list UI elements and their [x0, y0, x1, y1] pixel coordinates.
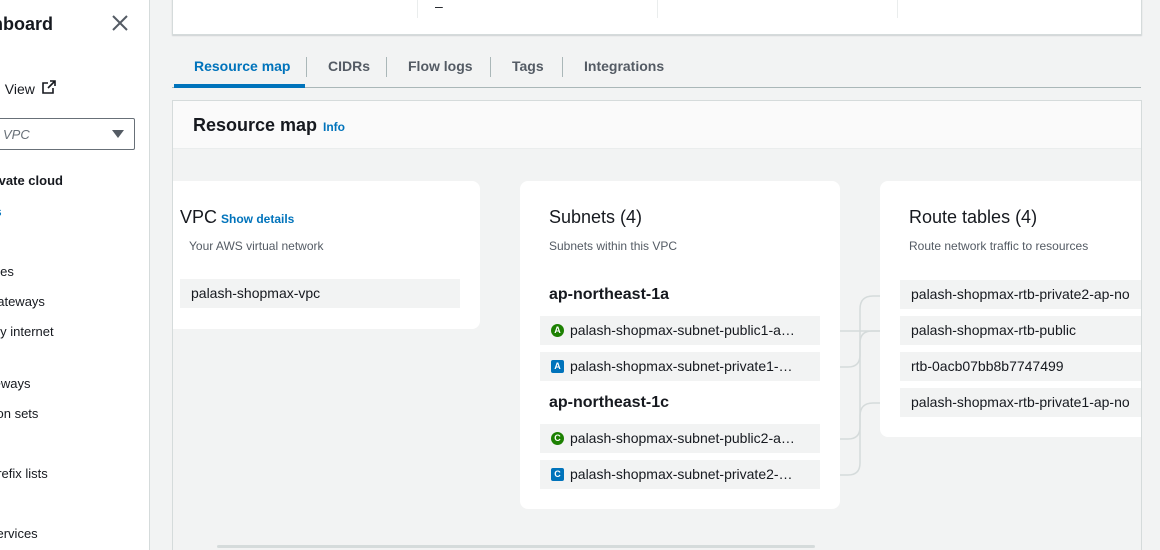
tab-cidrs[interactable]: CIDRs: [328, 58, 370, 74]
subnet-item[interactable]: Cpalash-shopmax-subnet-private2-…: [540, 460, 820, 489]
global-view-label: al View: [0, 80, 35, 97]
route-table-item[interactable]: palash-shopmax-rtb-public: [900, 316, 1141, 345]
caret-down-icon: [112, 130, 124, 138]
resource-map-panel: Resource map Info VPC Show details Your …: [172, 100, 1142, 550]
sidebar-item-managed-prefix-lists[interactable]: prefix lists: [0, 466, 48, 481]
sidebar-item-internet-gateways[interactable]: gateways: [0, 294, 45, 309]
vpc-item[interactable]: palash-shopmax-vpc: [180, 279, 460, 308]
vpc-filter-select[interactable]: VPC: [0, 118, 135, 150]
sidebar: shboard al View VPC rivate cloud ts bles…: [0, 0, 150, 550]
vpc-card: VPC Show details Your AWS virtual networ…: [173, 181, 480, 329]
tab-divider: [490, 57, 491, 77]
subnet-name: palash-shopmax-subnet-private1-…: [570, 358, 793, 374]
tab-divider: [386, 57, 387, 77]
sidebar-title: shboard: [0, 14, 54, 34]
vpc-filter-value: VPC: [3, 126, 30, 142]
column-divider: [417, 0, 418, 18]
external-link-icon: [41, 79, 57, 98]
tab-tags[interactable]: Tags: [512, 58, 544, 74]
route-tables-card-title: Route tables (4): [909, 207, 1038, 227]
route-table-name: palash-shopmax-rtb-private1-ap-no: [911, 394, 1130, 410]
resource-map-canvas[interactable]: VPC Show details Your AWS virtual networ…: [173, 149, 1141, 550]
global-view-link[interactable]: al View: [0, 79, 57, 98]
route-table-name: palash-shopmax-rtb-public: [911, 322, 1076, 338]
resource-map-title: Resource map: [193, 115, 318, 135]
column-divider: [897, 0, 898, 18]
route-tables-card-subtitle: Route network traffic to resources: [909, 239, 1089, 253]
sidebar-item-dhcp-option-sets[interactable]: tion sets: [0, 406, 38, 421]
route-table-item[interactable]: palash-shopmax-rtb-private1-ap-no: [900, 388, 1141, 417]
private-subnet-icon: C: [551, 467, 564, 481]
sidebar-item-egress-only-gateways[interactable]: nly internet: [0, 324, 54, 339]
subnet-name: palash-shopmax-subnet-private2-…: [570, 466, 793, 482]
show-details-link[interactable]: Show details: [221, 212, 294, 226]
sidebar-item-vpcs[interactable]: ts: [0, 204, 2, 219]
tab-resource-map[interactable]: Resource map: [194, 58, 290, 74]
az-heading: ap-northeast-1c: [549, 394, 670, 411]
route-table-name: rtb-0acb07bb8b7747499: [911, 358, 1064, 374]
tab-integrations[interactable]: Integrations: [584, 58, 664, 74]
tab-flow-logs[interactable]: Flow logs: [408, 58, 473, 74]
vpc-name: palash-shopmax-vpc: [191, 285, 321, 301]
subnet-name: palash-shopmax-subnet-public2-a…: [570, 430, 795, 446]
sidebar-item-endpoint-services[interactable]: services: [0, 526, 38, 541]
close-icon[interactable]: [110, 13, 130, 33]
column-divider: [657, 0, 658, 18]
subnets-card: Subnets (4) Subnets within this VPC ap-n…: [520, 181, 840, 509]
az-heading: ap-northeast-1a: [549, 286, 670, 303]
info-link[interactable]: Info: [323, 120, 345, 134]
subnet-item[interactable]: Apalash-shopmax-subnet-private1-…: [540, 352, 820, 381]
vpc-card-title: VPC: [180, 207, 218, 227]
subnets-card-title: Subnets (4): [549, 207, 643, 227]
sidebar-section-title: rivate cloud: [0, 173, 63, 188]
route-tables-card: Route tables (4) Route network traffic t…: [880, 181, 1141, 437]
public-subnet-icon: C: [551, 431, 564, 445]
horizontal-scrollbar[interactable]: [217, 545, 815, 548]
subnet-item[interactable]: Apalash-shopmax-subnet-public1-a…: [540, 316, 820, 345]
public-subnet-icon: A: [551, 323, 564, 337]
active-tab-indicator: [174, 84, 305, 88]
main-content: – Resource map CIDRs Flow logs Tags Inte…: [150, 0, 1160, 550]
subnet-item[interactable]: Cpalash-shopmax-subnet-public2-a…: [540, 424, 820, 453]
sidebar-item-route-tables[interactable]: bles: [0, 264, 14, 279]
route-table-name: palash-shopmax-rtb-private2-ap-no: [911, 286, 1130, 302]
details-value: –: [435, 0, 443, 14]
resource-map-header: Resource map Info: [173, 101, 1141, 149]
sidebar-item-nat-gateways[interactable]: teways: [0, 376, 30, 391]
subnet-name: palash-shopmax-subnet-public1-a…: [570, 322, 795, 338]
route-table-item[interactable]: rtb-0acb07bb8b7747499: [900, 352, 1141, 381]
private-subnet-icon: A: [551, 359, 564, 373]
tab-divider: [306, 57, 307, 77]
tab-bar: Resource map CIDRs Flow logs Tags Integr…: [172, 50, 1141, 88]
vpc-card-subtitle: Your AWS virtual network: [189, 239, 324, 253]
subnets-card-subtitle: Subnets within this VPC: [549, 239, 678, 253]
tab-divider: [562, 57, 563, 77]
details-card: –: [172, 0, 1142, 35]
route-table-item[interactable]: palash-shopmax-rtb-private2-ap-no: [900, 280, 1141, 309]
